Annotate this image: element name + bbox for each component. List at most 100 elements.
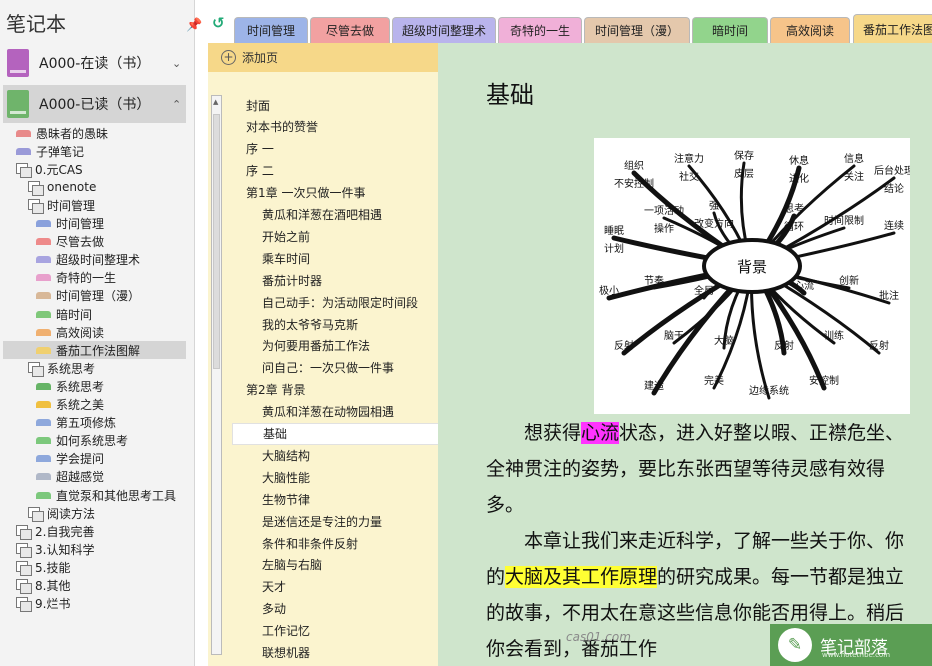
section-item[interactable]: 子弹笔记 — [16, 142, 84, 160]
section-color-icon — [36, 346, 51, 354]
section-item[interactable]: 尽管去做 — [36, 233, 104, 251]
chevron-down-icon[interactable]: ⌄ — [172, 57, 186, 70]
page-list-item[interactable]: 大脑性能 — [232, 466, 438, 488]
page-list-item[interactable]: 封面 — [232, 94, 438, 116]
section-group-item[interactable]: 0.元CAS — [16, 160, 83, 178]
section-item[interactable]: 愚昧者的愚昧 — [16, 124, 108, 142]
tree-item-label: 8.其他 — [35, 579, 71, 593]
mind-map-label: 批注 — [879, 289, 899, 302]
section-item[interactable]: 时间管理（漫） — [36, 287, 140, 305]
notebook-pane-title: 笔记本 — [6, 11, 66, 36]
mind-map-label: 完美 — [704, 374, 724, 387]
section-group-icon — [16, 597, 32, 613]
tree-item-label: 3.认知科学 — [35, 542, 95, 557]
section-group-item[interactable]: 时间管理 — [28, 196, 95, 214]
section-tab[interactable]: 高效阅读 — [770, 17, 850, 43]
section-item[interactable]: 如何系统思考 — [36, 432, 128, 450]
section-item[interactable]: 暗时间 — [36, 305, 92, 323]
section-item[interactable]: 番茄工作法图解 — [3, 341, 186, 360]
tree-item-label: 如何系统思考 — [56, 434, 129, 449]
mind-map-label: 组织 — [624, 159, 644, 172]
page-list-pane: + 添加页 ▲ 封面 对本书的赞誉序 一序 二第1章 一次只做一件事 黄瓜和洋葱在酒… — [208, 43, 438, 666]
section-group-item[interactable]: 3.认知科学 — [16, 540, 94, 558]
scrollbar-thumb[interactable] — [213, 114, 220, 369]
page-list-item[interactable]: 是迷信还是专注的力量 — [232, 510, 438, 532]
page-list-item[interactable]: 天才 — [232, 576, 438, 598]
page-list-item[interactable]: 黄瓜和洋葱在动物园相遇 — [232, 401, 438, 423]
section-group-item[interactable]: 9.烂书 — [16, 595, 70, 613]
pin-icon[interactable]: 📌 — [186, 18, 202, 33]
page-list-item[interactable]: 第2章 背景 — [232, 379, 438, 401]
section-group-icon — [16, 524, 32, 540]
mind-map-label: 后台处理 — [874, 164, 910, 177]
section-item[interactable]: 超级时间整理术 — [36, 251, 140, 269]
page-list-item[interactable]: 黄瓜和洋葱在酒吧相遇 — [232, 204, 438, 226]
page-list-item[interactable]: 为何要用番茄工作法 — [232, 335, 438, 357]
section-item[interactable]: 直觉泵和其他思考工具 — [36, 486, 176, 504]
page-list-item[interactable]: 工作记忆 — [232, 620, 438, 642]
page-list-item[interactable]: 条件和非条件反射 — [232, 532, 438, 554]
section-item[interactable]: 第五项修炼 — [36, 414, 116, 432]
page-list-item[interactable]: 基础 — [232, 422, 438, 445]
page-list-item[interactable]: 对本书的赞誉 — [232, 116, 438, 138]
section-tab[interactable]: 时间管理（漫） — [584, 17, 690, 43]
section-group-item[interactable]: 5.技能 — [16, 558, 70, 576]
section-item[interactable]: 系统思考 — [36, 377, 104, 395]
section-tab[interactable]: 超级时间整理术 — [392, 17, 496, 43]
page-content[interactable]: 基础 背景 组织 注意力 保存 休息 信息 后台处理 睡眠 一项活动 强 思考 时间限制 连续 极小 节奏全… — [438, 43, 932, 666]
section-item[interactable]: 系统之美 — [36, 396, 104, 414]
page-list-item[interactable]: 序 二 — [232, 160, 438, 182]
section-item[interactable]: 时间管理 — [36, 215, 104, 233]
section-group-item[interactable]: 8.其他 — [16, 577, 70, 595]
page-list-item[interactable]: 开始之前 — [232, 225, 438, 247]
section-item[interactable]: 奇特的一生 — [36, 269, 116, 287]
section-color-icon — [36, 274, 51, 282]
section-tab[interactable]: 暗时间 — [692, 17, 768, 43]
tree-item-label: 尽管去做 — [56, 235, 105, 250]
section-tab[interactable]: 奇特的一生 — [498, 17, 582, 43]
add-page-button[interactable]: + 添加页 — [208, 43, 438, 72]
page-list-item[interactable]: 联想机器 — [232, 642, 438, 664]
section-color-icon — [36, 437, 51, 445]
notebook-item[interactable]: A000-已读（书） ⌃ — [3, 85, 186, 123]
page-list-scrollbar[interactable]: ▲ — [211, 95, 222, 655]
back-arrow-icon[interactable]: ↺ — [212, 14, 225, 32]
mind-map-label: 建造 — [644, 379, 664, 392]
section-tab[interactable]: 时间管理 — [234, 17, 308, 43]
page-list-item[interactable]: 问自己：一次只做一件事 — [232, 357, 438, 379]
section-color-icon — [36, 310, 51, 318]
chevron-up-icon[interactable]: ⌃ — [172, 98, 186, 111]
section-color-icon — [36, 256, 51, 264]
page-list-item[interactable]: 左脑与右脑 — [232, 554, 438, 576]
tree-item-label: 时间管理（漫） — [56, 289, 141, 304]
page-list-item[interactable]: 生物节律 — [232, 488, 438, 510]
pencil-icon: ✎ — [778, 628, 812, 662]
section-color-icon — [36, 419, 51, 427]
mind-map-label: 注意力 — [674, 152, 704, 165]
page-list-item[interactable]: 大脑结构 — [232, 444, 438, 466]
section-tab[interactable]: 番茄工作法图解 — [853, 14, 932, 43]
page-list-item[interactable]: 序 一 — [232, 138, 438, 160]
mind-map-label: 改变方向 — [694, 217, 734, 230]
mind-map-label: 结论 — [884, 182, 904, 195]
section-item[interactable]: 高效阅读 — [36, 323, 104, 341]
section-item[interactable]: 超越感觉 — [36, 468, 104, 486]
scroll-up-arrow-icon[interactable]: ▲ — [213, 98, 218, 106]
page-list-item[interactable]: 自己动手：为活动限定时间段 — [232, 291, 438, 313]
page-list-item[interactable]: 番茄计时器 — [232, 269, 438, 291]
tree-item-label: 系统思考 — [56, 379, 105, 394]
tree-item-label: 番茄工作法图解 — [56, 343, 141, 358]
section-color-icon — [36, 292, 51, 300]
section-item[interactable]: 学会提问 — [36, 450, 104, 468]
page-list-item[interactable]: 我的太爷爷马克斯 — [232, 313, 438, 335]
section-tab[interactable]: 尽管去做 — [310, 17, 390, 43]
tree-item-label: 暗时间 — [56, 307, 93, 322]
section-group-item[interactable]: 阅读方法 — [28, 504, 95, 522]
section-group-item[interactable]: onenote — [28, 178, 96, 196]
page-list-item[interactable]: 乘车时间 — [232, 247, 438, 269]
page-list-item[interactable]: 第1章 一次只做一件事 — [232, 182, 438, 204]
section-group-item[interactable]: 2.自我完善 — [16, 522, 94, 540]
notebook-item[interactable]: A000-在读（书） ⌄ — [3, 44, 186, 82]
section-group-item[interactable]: 系统思考 — [28, 359, 95, 377]
page-list-item[interactable]: 多动 — [232, 598, 438, 620]
